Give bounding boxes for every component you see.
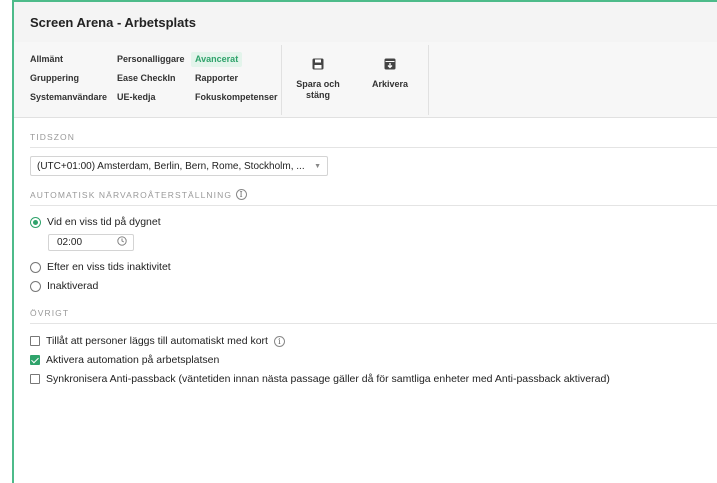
auto-reset-title-text: AUTOMATISK NÄRVAROÅTERSTÄLLNING [30, 189, 233, 200]
timezone-select[interactable]: (UTC+01:00) Amsterdam, Berlin, Bern, Rom… [30, 156, 328, 176]
tab-fokuskompetenser[interactable]: Fokuskompetenser [195, 90, 281, 105]
radio-inactivity[interactable]: Efter en viss tids inaktivitet [30, 261, 717, 273]
checkbox-antipassback[interactable]: Synkronisera Anti-passback (väntetiden i… [30, 373, 717, 385]
info-icon[interactable]: i [273, 335, 285, 347]
checkbox-automation-box[interactable] [30, 355, 40, 365]
tab-gruppering[interactable]: Gruppering [30, 71, 117, 86]
checkbox-antipassback-box[interactable] [30, 374, 40, 384]
tab-ue-kedja[interactable]: UE-kedja [117, 90, 195, 105]
archive-button[interactable]: Arkivera [354, 42, 426, 117]
dialog-title: Screen Arena - Arbetsplats [30, 14, 196, 30]
radio-inactivity-button[interactable] [30, 261, 41, 273]
chevron-down-icon: ▼ [314, 162, 321, 170]
save-close-label-1: Spara och [296, 79, 340, 89]
radio-disabled-button[interactable] [30, 280, 41, 292]
save-close-label-2: stäng [305, 90, 330, 100]
clock-icon [117, 236, 127, 249]
checkbox-automation[interactable]: Aktivera automation på arbetsplatsen [30, 354, 717, 366]
ribbon-divider-2 [428, 45, 429, 115]
radio-disabled-label: Inaktiverad [47, 280, 99, 292]
settings-content: TIDSZON (UTC+01:00) Amsterdam, Berlin, B… [14, 132, 717, 385]
radio-disabled[interactable]: Inaktiverad [30, 280, 717, 292]
timezone-section-title: TIDSZON [30, 132, 717, 147]
archive-label: Arkivera [371, 79, 409, 89]
timezone-value: (UTC+01:00) Amsterdam, Berlin, Bern, Rom… [37, 160, 305, 172]
workplace-dialog: Screen Arena - Arbetsplats × Allmänt Per… [12, 0, 717, 483]
timezone-section-header: TIDSZON [30, 132, 717, 148]
checkbox-antipassback-label: Synkronisera Anti-passback (väntetiden i… [46, 373, 610, 385]
time-value: 02:00 [57, 237, 83, 248]
tab-rapporter[interactable]: Rapporter [195, 71, 281, 86]
checkbox-auto-add-box[interactable] [30, 336, 40, 346]
tab-avancerat[interactable]: Avancerat [191, 52, 243, 67]
checkbox-auto-add[interactable]: Tillåt att personer läggs till automatis… [30, 335, 717, 347]
radio-time-of-day-label: Vid en viss tid på dygnet [47, 216, 161, 228]
tab-personalliggare[interactable]: Personalliggare [117, 52, 195, 67]
timezone-title-text: TIDSZON [30, 132, 76, 142]
radio-inactivity-label: Efter en viss tids inaktivitet [47, 261, 171, 273]
tab-allmant[interactable]: Allmänt [30, 52, 117, 67]
time-input[interactable]: 02:00 [48, 234, 134, 251]
other-section-title: ÖVRIGT [30, 308, 717, 323]
auto-reset-section-header: AUTOMATISK NÄRVAROÅTERSTÄLLNING i [30, 189, 717, 206]
ribbon-toolbar: Allmänt Personalliggare Avancerat Gruppe… [14, 42, 717, 118]
tab-systemanvandare[interactable]: Systemanvändare [30, 90, 117, 105]
archive-icon [384, 58, 396, 73]
other-title-text: ÖVRIGT [30, 308, 70, 318]
auto-reset-section-title: AUTOMATISK NÄRVAROÅTERSTÄLLNING i [30, 189, 717, 205]
tab-grid: Allmänt Personalliggare Avancerat Gruppe… [14, 42, 281, 117]
info-icon[interactable]: i [236, 189, 248, 200]
save-icon [312, 58, 324, 73]
radio-time-of-day[interactable]: Vid en viss tid på dygnet [30, 216, 717, 228]
other-section-header: ÖVRIGT [30, 308, 717, 324]
checkbox-automation-label: Aktivera automation på arbetsplatsen [46, 354, 220, 366]
save-close-button[interactable]: Spara och stäng [282, 42, 354, 117]
radio-time-of-day-button[interactable] [30, 216, 41, 228]
tab-ease-checkin[interactable]: Ease CheckIn [117, 71, 195, 86]
dialog-titlebar: Screen Arena - Arbetsplats × [14, 2, 717, 42]
time-row: 02:00 [48, 234, 717, 251]
checkbox-auto-add-label: Tillåt att personer läggs till automatis… [46, 335, 268, 347]
timezone-row: (UTC+01:00) Amsterdam, Berlin, Bern, Rom… [30, 156, 717, 176]
